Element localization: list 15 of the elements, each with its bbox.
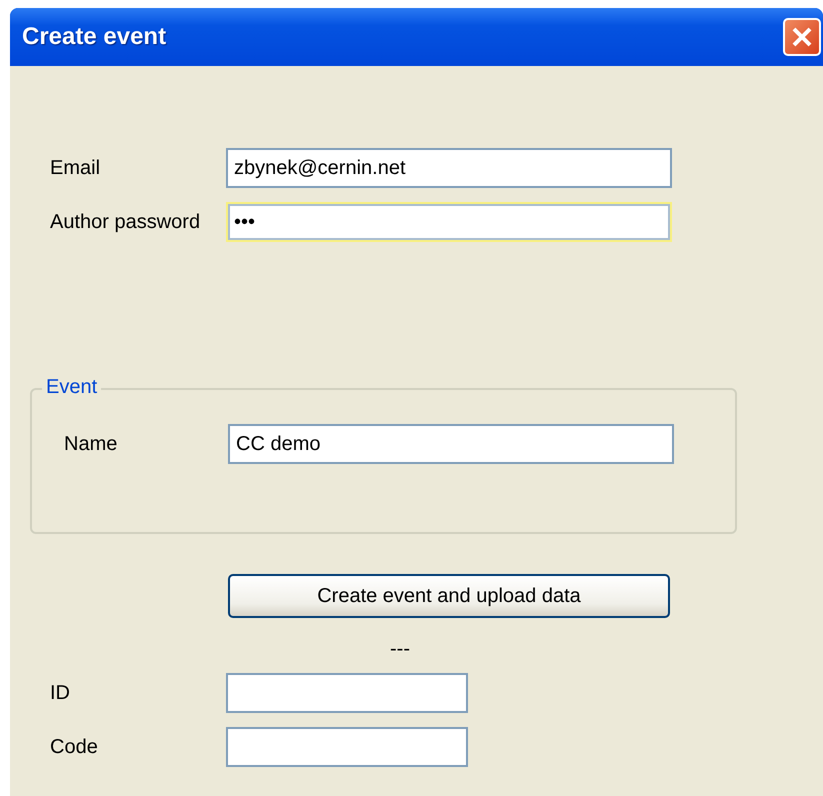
field-label: Name	[63, 432, 118, 456]
field-label: Email	[49, 156, 102, 180]
text-field[interactable]	[226, 727, 468, 767]
text-field[interactable]: zbynek@cernin.net	[226, 148, 672, 188]
text-field[interactable]: •••	[226, 202, 672, 242]
close-icon	[790, 25, 814, 49]
status-text: ---	[390, 638, 410, 661]
text-field[interactable]	[226, 673, 468, 713]
upload-button[interactable]: Create event and upload data	[228, 574, 670, 618]
field-label: Author password	[49, 210, 202, 234]
field-label: Code	[49, 736, 99, 758]
window-title: Create event	[22, 23, 166, 51]
text-field[interactable]: CC demo	[228, 424, 674, 464]
field-label: ID	[49, 682, 71, 704]
close-button[interactable]	[783, 18, 821, 56]
